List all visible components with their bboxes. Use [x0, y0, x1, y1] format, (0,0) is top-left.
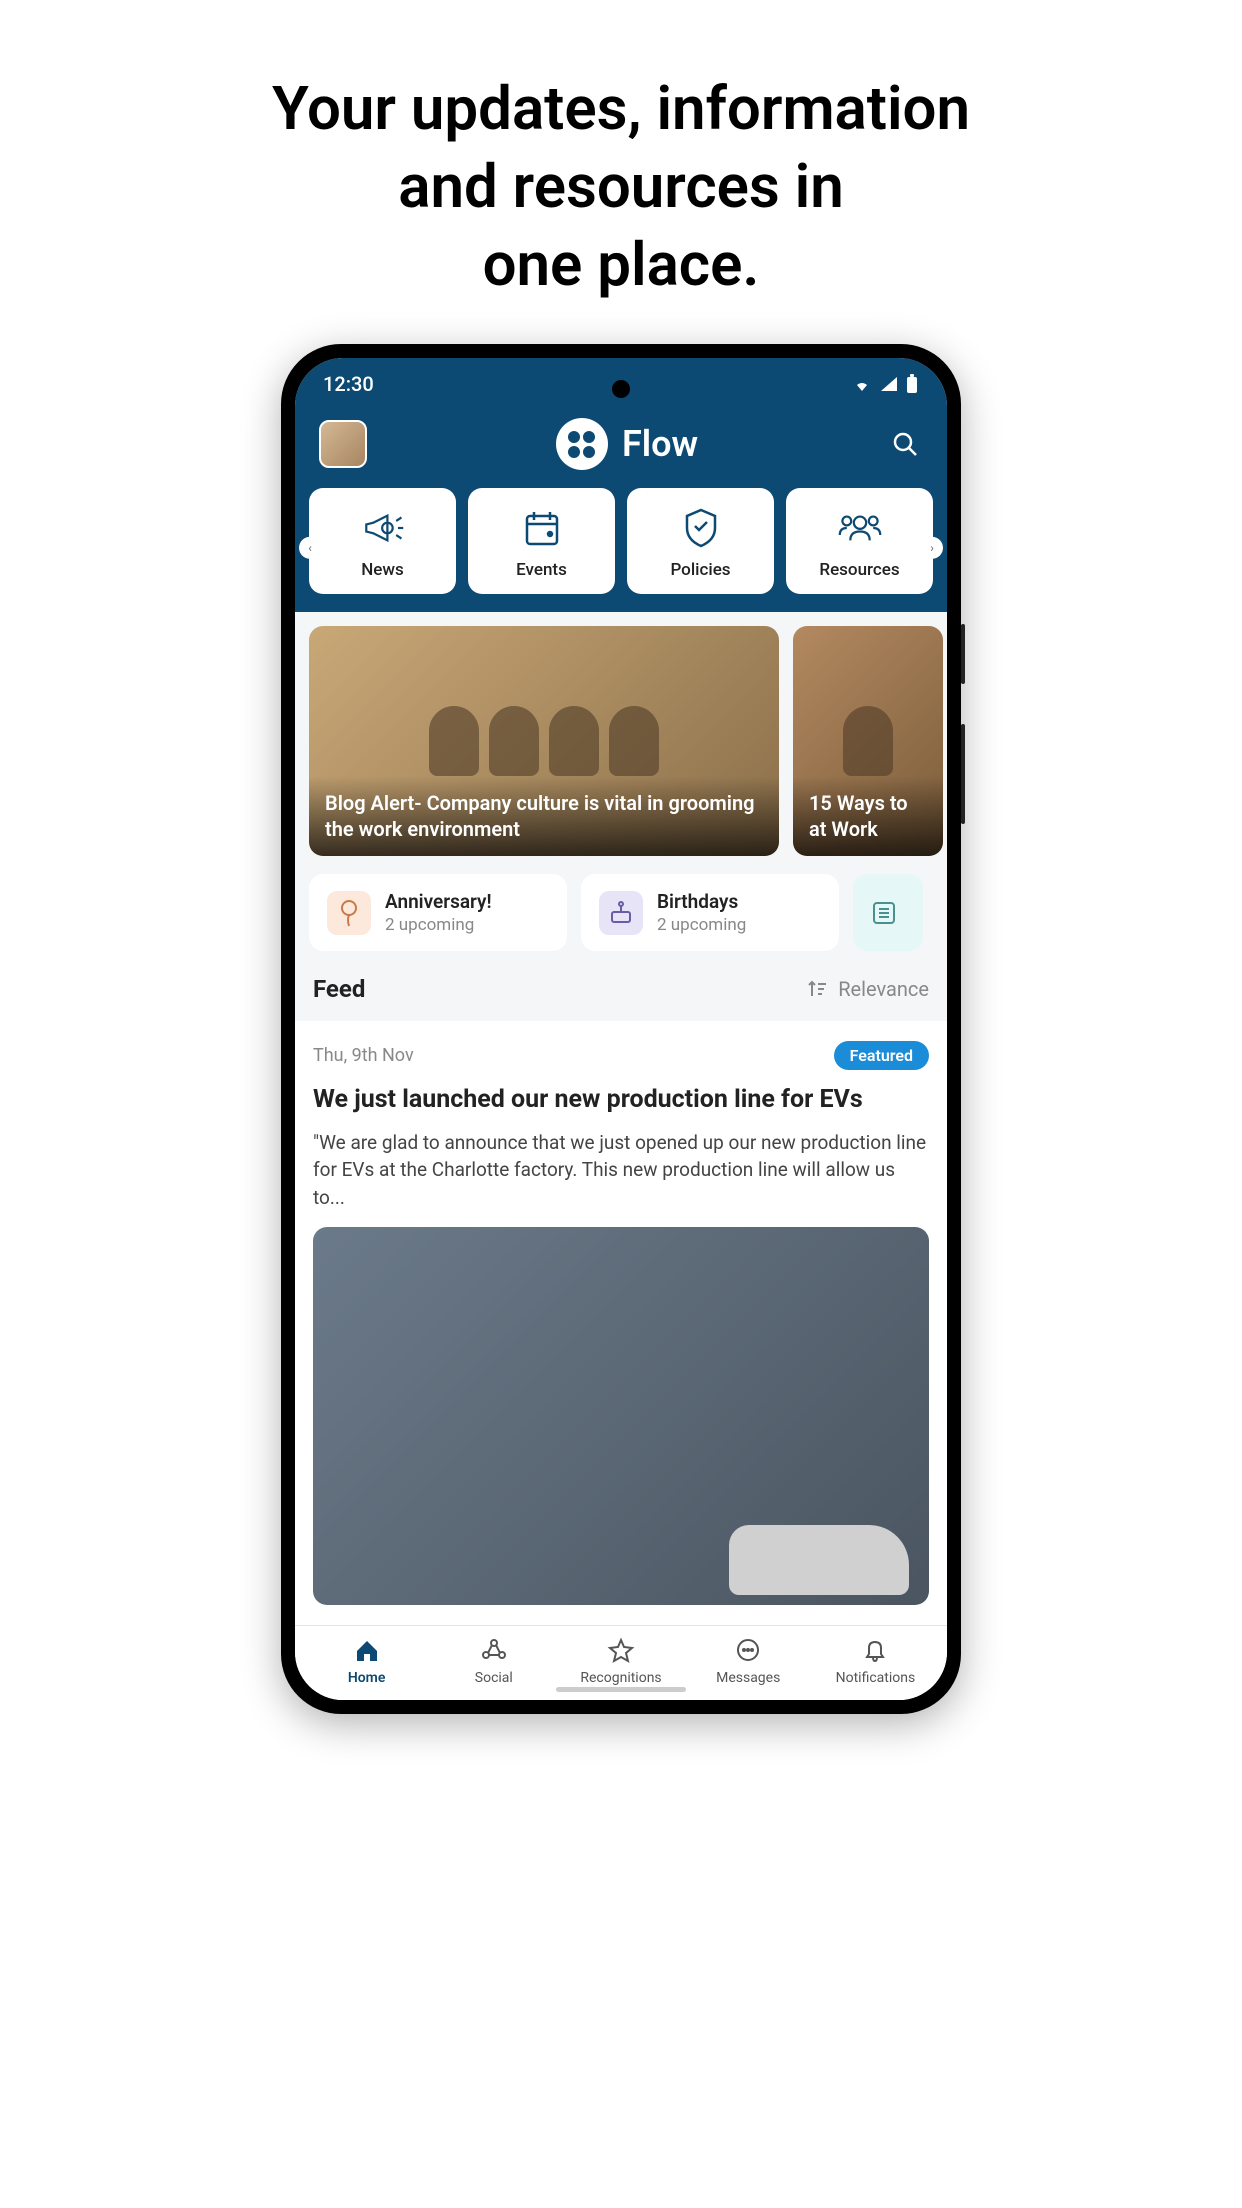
- marketing-line-2: and resources in: [272, 148, 970, 226]
- hero-title: Blog Alert- Company culture is vital in …: [309, 776, 779, 856]
- nav-card-news[interactable]: News: [309, 488, 456, 594]
- nav-label: Social: [475, 1670, 513, 1686]
- widget-more[interactable]: [853, 874, 923, 951]
- nav-label: Messages: [716, 1670, 780, 1686]
- nav-recognitions[interactable]: Recognitions: [557, 1636, 684, 1686]
- nav-card-label: News: [361, 560, 404, 580]
- widget-anniversary[interactable]: Anniversary! 2 upcoming: [309, 874, 567, 951]
- nav-label: Home: [348, 1670, 386, 1686]
- feed-post[interactable]: Thu, 9th Nov Featured We just launched o…: [295, 1021, 947, 1625]
- social-icon: [479, 1636, 509, 1666]
- content-area: Blog Alert- Company culture is vital in …: [295, 612, 947, 1625]
- user-avatar[interactable]: [319, 420, 367, 468]
- nav-card-policies[interactable]: Policies: [627, 488, 774, 594]
- nav-label: Notifications: [836, 1670, 916, 1686]
- sort-icon: [806, 978, 828, 1000]
- hero-card[interactable]: 15 Ways to at Work: [793, 626, 943, 856]
- marketing-headline: Your updates, information and resources …: [272, 70, 970, 304]
- widget-subtitle: 2 upcoming: [385, 915, 492, 935]
- nav-home[interactable]: Home: [303, 1636, 430, 1686]
- marketing-line-1: Your updates, information: [272, 70, 970, 148]
- featured-badge: Featured: [834, 1041, 929, 1070]
- nav-card-label: Resources: [819, 560, 899, 580]
- list-icon: [871, 900, 897, 926]
- hero-title: 15 Ways to at Work: [793, 776, 943, 856]
- widget-subtitle: 2 upcoming: [657, 915, 746, 935]
- app-logo[interactable]: Flow: [556, 418, 698, 470]
- home-icon: [352, 1636, 382, 1666]
- logo-icon: [556, 418, 608, 470]
- balloon-icon: [327, 891, 371, 935]
- nav-label: Recognitions: [580, 1670, 661, 1686]
- cake-icon: [599, 891, 643, 935]
- battery-icon: [905, 374, 919, 394]
- shield-check-icon: [679, 506, 723, 550]
- feed-sort-button[interactable]: Relevance: [806, 977, 929, 1001]
- nav-card-label: Events: [516, 560, 567, 580]
- people-icon: [838, 506, 882, 550]
- phone-side-button: [961, 624, 965, 684]
- nav-card-events[interactable]: Events: [468, 488, 615, 594]
- hero-carousel[interactable]: Blog Alert- Company culture is vital in …: [295, 612, 947, 856]
- search-icon: [891, 430, 919, 458]
- phone-frame: 12:30 Flow ‹: [281, 344, 961, 1714]
- post-date: Thu, 9th Nov: [313, 1045, 414, 1066]
- nav-messages[interactable]: Messages: [685, 1636, 812, 1686]
- status-icons: [851, 374, 919, 394]
- nav-card-resources[interactable]: Resources: [786, 488, 933, 594]
- post-image: [313, 1227, 929, 1605]
- widget-title: Birthdays: [657, 890, 746, 913]
- app-header: Flow: [295, 406, 947, 488]
- nav-scroll-right[interactable]: ›: [921, 537, 943, 559]
- home-indicator: [556, 1687, 686, 1692]
- nav-card-label: Policies: [670, 560, 730, 580]
- chat-icon: [733, 1636, 763, 1666]
- widget-title: Anniversary!: [385, 890, 492, 913]
- bell-icon: [860, 1636, 890, 1666]
- nav-cards-row: ‹ › News Events Policies: [295, 488, 947, 612]
- post-body: "We are glad to announce that we just op…: [313, 1129, 929, 1212]
- hero-card[interactable]: Blog Alert- Company culture is vital in …: [309, 626, 779, 856]
- nav-scroll-left[interactable]: ‹: [299, 537, 321, 559]
- app-name: Flow: [622, 423, 698, 465]
- feed-heading: Feed: [313, 975, 365, 1003]
- feed-header: Feed Relevance: [295, 951, 947, 1021]
- post-title: We just launched our new production line…: [313, 1084, 929, 1117]
- widget-row: Anniversary! 2 upcoming Birthdays 2 upco…: [295, 856, 947, 951]
- phone-side-button: [961, 724, 965, 824]
- widget-birthdays[interactable]: Birthdays 2 upcoming: [581, 874, 839, 951]
- signal-icon: [879, 375, 899, 393]
- status-time: 12:30: [323, 372, 374, 396]
- marketing-line-3: one place.: [272, 226, 970, 304]
- nav-notifications[interactable]: Notifications: [812, 1636, 939, 1686]
- search-button[interactable]: [887, 426, 923, 462]
- feed-sort-label: Relevance: [838, 977, 929, 1001]
- star-icon: [606, 1636, 636, 1666]
- nav-social[interactable]: Social: [430, 1636, 557, 1686]
- wifi-icon: [851, 375, 873, 393]
- camera-notch: [612, 380, 630, 398]
- calendar-icon: [520, 506, 564, 550]
- megaphone-icon: [361, 506, 405, 550]
